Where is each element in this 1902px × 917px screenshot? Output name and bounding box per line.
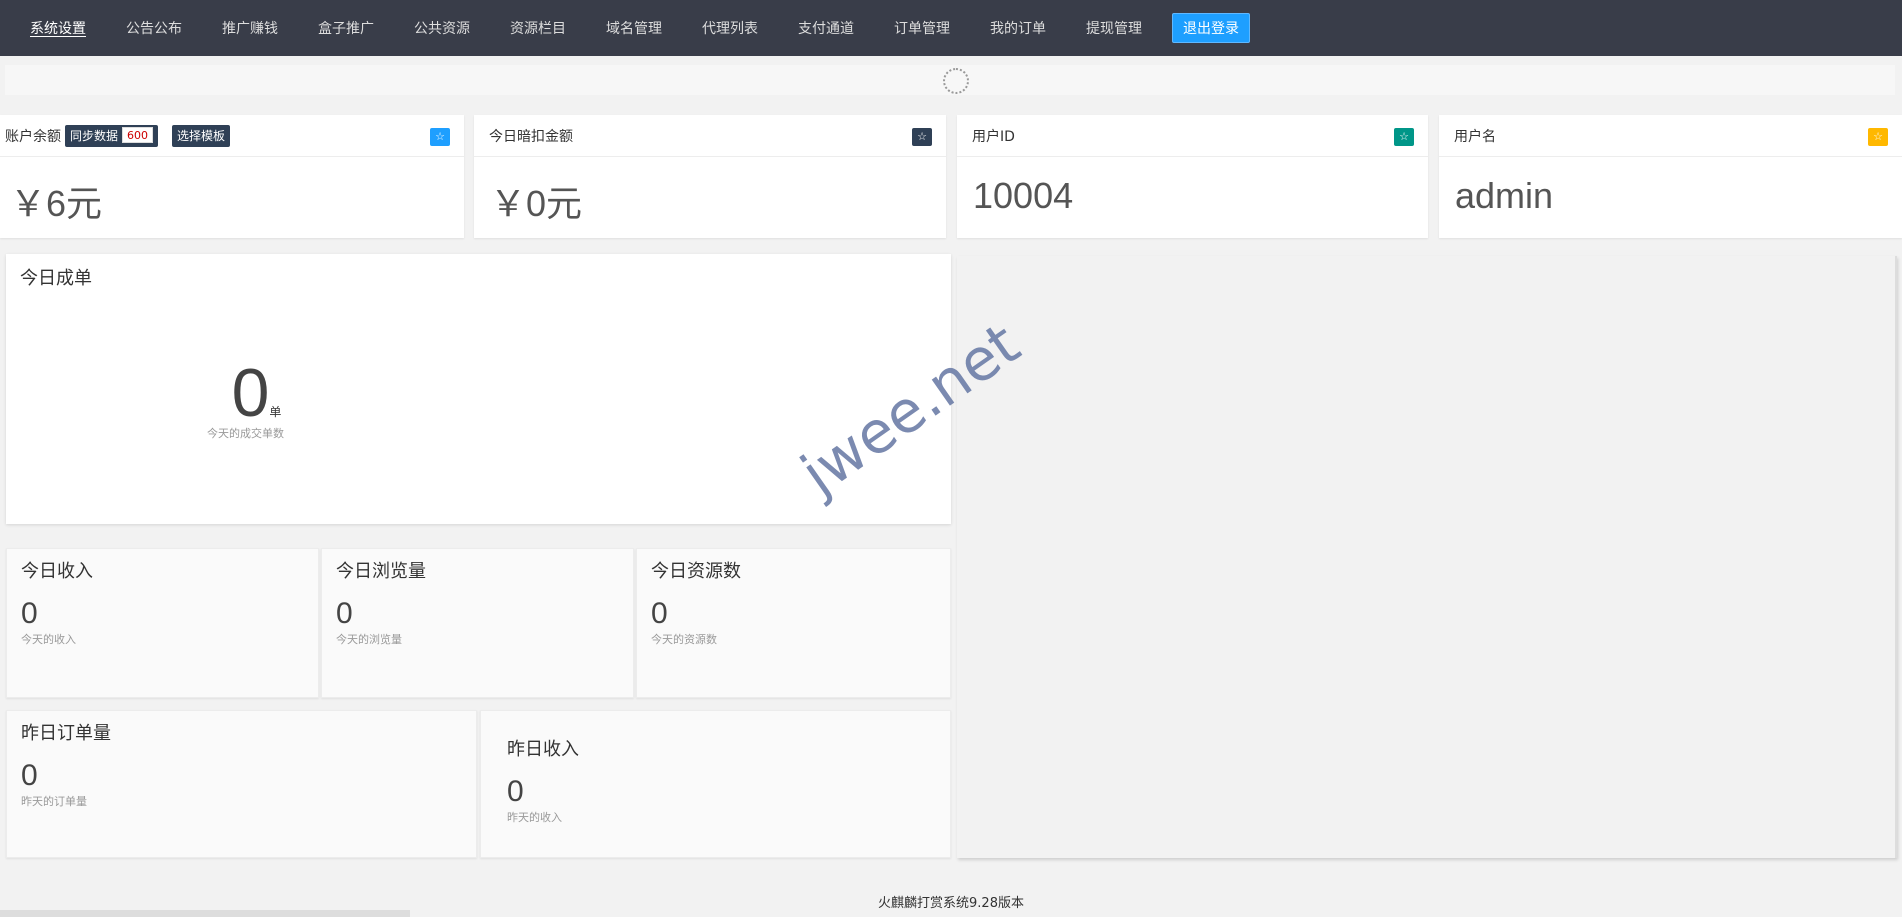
- deduct-card-header: 今日暗扣金额 ☆: [474, 115, 946, 157]
- logout-button[interactable]: 退出登录: [1172, 13, 1250, 43]
- nav-public-resources[interactable]: 公共资源: [414, 18, 470, 38]
- star-icon: ☆: [430, 128, 450, 146]
- user-id-value: 10004: [973, 175, 1074, 216]
- yesterday-income-desc: 昨天的收入: [507, 811, 562, 824]
- nav-box-promotion[interactable]: 盒子推广: [318, 18, 374, 38]
- today-orders-center: 0单 今天的成交单数: [0, 359, 951, 441]
- nav-resource-columns[interactable]: 资源栏目: [510, 18, 566, 38]
- yesterday-orders-desc: 昨天的订单量: [21, 795, 87, 808]
- sync-data-button[interactable]: 同步数据 600: [65, 124, 159, 147]
- balance-value: ￥6元: [10, 183, 103, 224]
- username-label: 用户名: [1454, 128, 1496, 145]
- nav-order-management[interactable]: 订单管理: [894, 18, 950, 38]
- yesterday-orders-panel: 昨日订单量 0 昨天的订单量: [6, 710, 477, 858]
- today-orders-desc: 今天的成交单数: [207, 427, 284, 440]
- deduct-card: 今日暗扣金额 ☆ ￥0元: [474, 115, 946, 238]
- user-id-card-header: 用户ID ☆: [957, 115, 1428, 157]
- balance-label: 账户余额: [5, 128, 61, 145]
- yesterday-income-title: 昨日收入: [507, 739, 579, 760]
- sync-data-label: 同步数据: [70, 128, 119, 143]
- nav-system-settings[interactable]: 系统设置: [30, 18, 86, 38]
- today-orders-title: 今日成单: [20, 268, 92, 289]
- yesterday-orders-value: 0: [21, 759, 38, 792]
- nav-payment-channels[interactable]: 支付通道: [798, 18, 854, 38]
- top-navigation: 系统设置 公告公布 推广赚钱 盒子推广 公共资源 资源栏目 域名管理 代理列表 …: [0, 0, 1902, 56]
- bottom-scroll-strip: [0, 910, 410, 917]
- today-resources-desc: 今天的资源数: [651, 633, 717, 646]
- deduct-label: 今日暗扣金额: [489, 128, 573, 145]
- today-orders-value: 0: [231, 355, 270, 431]
- star-icon: ☆: [912, 128, 932, 146]
- today-income-title: 今日收入: [21, 561, 93, 582]
- username-value: admin: [1455, 175, 1554, 216]
- nav-promote-earn[interactable]: 推广赚钱: [222, 18, 278, 38]
- today-orders-unit: 单: [269, 405, 282, 419]
- right-empty-area: [957, 256, 1897, 858]
- username-card-header: 用户名 ☆: [1439, 115, 1902, 157]
- select-template-button[interactable]: 选择模板: [172, 124, 231, 147]
- footer-version: 火麒麟打赏系统9.28版本: [878, 896, 1024, 911]
- loading-spinner-icon: [943, 68, 969, 94]
- user-id-card: 用户ID ☆ 10004: [957, 115, 1428, 238]
- today-income-value: 0: [21, 597, 38, 630]
- nav-domain-management[interactable]: 域名管理: [606, 18, 662, 38]
- user-id-label: 用户ID: [972, 128, 1015, 145]
- today-views-title: 今日浏览量: [336, 561, 426, 582]
- today-views-panel: 今日浏览量 0 今天的浏览量: [321, 548, 634, 698]
- nav-withdrawal-management[interactable]: 提现管理: [1086, 18, 1142, 38]
- balance-card: 账户余额 同步数据 600 选择模板 ☆ ￥6元: [0, 115, 464, 238]
- star-icon: ☆: [1394, 128, 1414, 146]
- star-icon: ☆: [1868, 128, 1888, 146]
- loading-bar: [5, 65, 1895, 95]
- today-income-panel: 今日收入 0 今天的收入: [6, 548, 319, 698]
- deduct-value: ￥0元: [490, 183, 583, 224]
- today-resources-title: 今日资源数: [651, 561, 741, 582]
- today-income-desc: 今天的收入: [21, 633, 76, 646]
- yesterday-income-value: 0: [507, 775, 524, 808]
- today-views-desc: 今天的浏览量: [336, 633, 402, 646]
- yesterday-orders-title: 昨日订单量: [21, 723, 111, 744]
- balance-card-header: 账户余额 同步数据 600 选择模板 ☆: [0, 115, 464, 157]
- yesterday-income-panel: 昨日收入 0 昨天的收入: [480, 710, 951, 858]
- today-views-value: 0: [336, 597, 353, 630]
- nav-announcements[interactable]: 公告公布: [126, 18, 182, 38]
- nav-agent-list[interactable]: 代理列表: [702, 18, 758, 38]
- nav-my-orders[interactable]: 我的订单: [990, 18, 1046, 38]
- today-resources-panel: 今日资源数 0 今天的资源数: [636, 548, 951, 698]
- sync-count-badge: 600: [122, 126, 154, 143]
- today-resources-value: 0: [651, 597, 668, 630]
- today-orders-panel: 今日成单 0单 今天的成交单数: [6, 254, 951, 524]
- username-card: 用户名 ☆ admin: [1439, 115, 1902, 238]
